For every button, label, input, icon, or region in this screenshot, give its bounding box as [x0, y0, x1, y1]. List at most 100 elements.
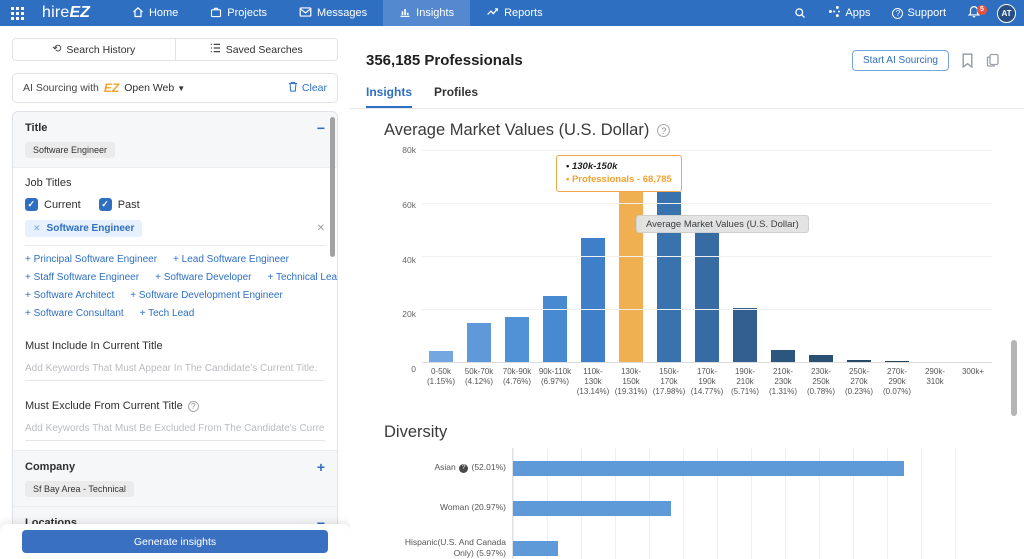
ez-logo: EZ	[104, 81, 119, 95]
apps-label: Apps	[845, 7, 870, 19]
tab-profiles[interactable]: Profiles	[434, 85, 478, 108]
clear-filters-button[interactable]: Clear	[288, 81, 327, 95]
remove-chip-icon[interactable]: ✕	[33, 223, 41, 234]
x-tick-label: 90k-110k (6.97%)	[536, 367, 574, 397]
bar[interactable]	[505, 317, 529, 362]
start-ai-sourcing-button[interactable]: Start AI Sourcing	[852, 50, 949, 71]
x-tick-label: 130k-150k (19.31%)	[612, 367, 650, 397]
suggestion-chip[interactable]: Software Consultant	[25, 308, 124, 319]
suggestion-chip[interactable]: Tech Lead	[140, 308, 195, 319]
bar[interactable]	[695, 223, 719, 362]
nav-item-projects[interactable]: Projects	[194, 0, 283, 26]
support-button[interactable]: ? Support	[883, 0, 955, 26]
nav-label: Projects	[227, 7, 267, 19]
apps-menu-button[interactable]: Apps	[819, 0, 879, 26]
bar[interactable]	[619, 180, 643, 362]
support-label: Support	[907, 7, 946, 19]
diversity-bar[interactable]	[513, 501, 671, 516]
collapse-title-button[interactable]: −	[317, 121, 325, 135]
bar[interactable]	[467, 323, 491, 362]
ai-sourcing-bar: AI Sourcing with EZ Open Web ▼ Clear	[12, 73, 338, 103]
professionals-count-title: 356,185 Professionals	[366, 52, 523, 69]
briefcase-icon	[210, 6, 222, 21]
title-chip[interactable]: Software Engineer	[25, 142, 115, 158]
bar[interactable]	[543, 296, 567, 362]
bar[interactable]	[809, 355, 833, 362]
x-tick-label: 190k-210k (5.71%)	[726, 367, 764, 397]
company-chip[interactable]: Sf Bay Area - Technical	[25, 481, 134, 497]
top-nav: hireEZ Home Projects Messages Insights R…	[0, 0, 1024, 26]
y-tick-label: 40k	[402, 255, 416, 265]
bar[interactable]	[771, 350, 795, 362]
envelope-icon	[299, 6, 312, 21]
nav-item-insights[interactable]: Insights	[383, 0, 470, 26]
must-exclude-input[interactable]	[25, 420, 325, 441]
gridline	[422, 150, 992, 151]
bar[interactable]	[429, 351, 453, 362]
generate-insights-button[interactable]: Generate insights	[22, 530, 328, 553]
bar[interactable]	[847, 360, 871, 362]
tab-insights[interactable]: Insights	[366, 85, 412, 108]
suggestion-chip[interactable]: Principal Software Engineer	[25, 254, 157, 265]
suggestion-chip[interactable]: Software Developer	[155, 272, 251, 283]
selected-job-title-chip[interactable]: ✕ Software Engineer	[25, 220, 142, 237]
tab-saved-searches[interactable]: Saved Searches	[175, 39, 338, 60]
nav-item-messages[interactable]: Messages	[283, 0, 383, 26]
bookmark-icon[interactable]	[961, 53, 974, 68]
checkbox-current[interactable]: Current	[25, 198, 81, 211]
x-tick-label: 300k+	[954, 367, 992, 397]
checkbox-past[interactable]: Past	[99, 198, 140, 211]
gridline	[422, 309, 992, 310]
must-include-input[interactable]	[25, 360, 325, 381]
tab-label: Search History	[66, 44, 135, 56]
job-titles-label: Job Titles	[25, 177, 325, 189]
nav-item-home[interactable]: Home	[116, 0, 194, 26]
suggestion-chip[interactable]: Lead Software Engineer	[173, 254, 289, 265]
suggestion-chip[interactable]: Software Development Engineer	[130, 290, 283, 301]
hireez-logo[interactable]: hireEZ	[34, 0, 116, 26]
avatar[interactable]: AT	[997, 4, 1016, 23]
y-tick-label: 20k	[402, 309, 416, 319]
app-grid-icon[interactable]	[0, 0, 34, 26]
x-axis-labels: 0-50k (1.15%)50k-70k (4.12%)70k-90k (4.7…	[422, 367, 992, 397]
diversity-chart-title: Diversity	[384, 423, 1024, 442]
diversity-bar[interactable]	[513, 541, 558, 556]
sidebar-tabs: ⟲ Search History Saved Searches	[12, 38, 338, 61]
suggestion-chip[interactable]: Staff Software Engineer	[25, 272, 139, 283]
y-tick-label: 0	[411, 364, 416, 374]
main-tabs: Insights Profiles	[366, 85, 1024, 108]
bar[interactable]	[885, 361, 909, 362]
section-job-titles: Job Titles Current Past ✕	[13, 168, 337, 328]
tab-search-history[interactable]: ⟲ Search History	[13, 39, 175, 60]
question-circle-icon[interactable]: ?	[657, 124, 670, 137]
notifications-button[interactable]: 5	[959, 4, 989, 23]
main-scrollbar[interactable]	[1011, 340, 1017, 416]
diversity-bar-track	[512, 528, 964, 559]
x-tick-label: 170k-190k (14.77%)	[688, 367, 726, 397]
diversity-bar[interactable]	[513, 461, 904, 476]
clear-job-titles-icon[interactable]: ✕	[317, 223, 325, 234]
home-icon	[132, 6, 144, 21]
market-values-chart: 80k60k40k20k0 0-50k (1.15%)50k-70k (4.12…	[384, 150, 992, 397]
open-web-dropdown[interactable]: Open Web ▼	[124, 82, 185, 94]
bar[interactable]	[733, 308, 757, 362]
dropdown-value: Open Web	[124, 82, 174, 94]
question-circle-icon[interactable]: ?	[459, 464, 468, 473]
copy-icon[interactable]	[986, 53, 1000, 68]
sidebar-scrollbar[interactable]	[330, 117, 335, 257]
gridline	[422, 256, 992, 257]
hover-title-tooltip: Average Market Values (U.S. Dollar)	[636, 215, 809, 233]
diversity-label: Asian ? (52.01%)	[384, 462, 512, 473]
y-tick-label: 60k	[402, 200, 416, 210]
nav-item-reports[interactable]: Reports	[470, 0, 559, 26]
suggestion-chip[interactable]: Software Architect	[25, 290, 114, 301]
x-tick-label: 250k-270k (0.23%)	[840, 367, 878, 397]
question-circle-icon[interactable]: ?	[188, 401, 199, 412]
suggestion-chip[interactable]: Technical Lead	[268, 272, 338, 283]
diversity-row: Woman (20.97%)	[384, 488, 1024, 528]
section-title-label: Title	[25, 122, 47, 134]
gridline	[422, 203, 992, 204]
search-icon[interactable]	[785, 0, 815, 26]
x-tick-label: 270k-290k (0.07%)	[878, 367, 916, 397]
expand-company-button[interactable]: +	[317, 460, 325, 474]
